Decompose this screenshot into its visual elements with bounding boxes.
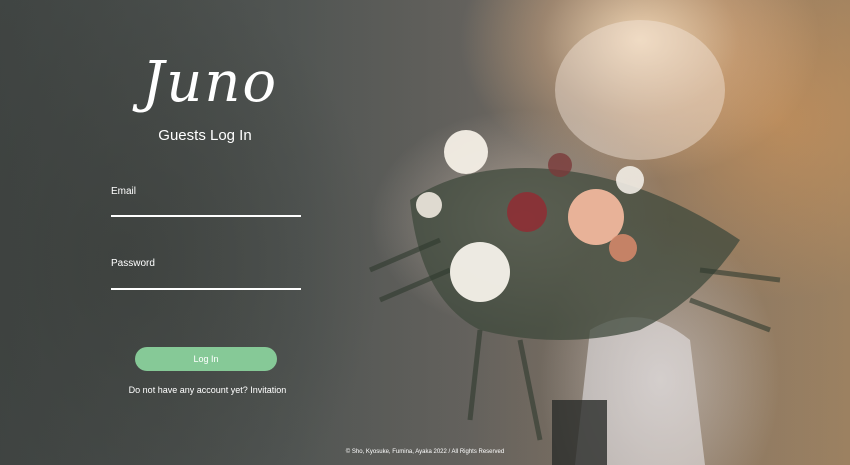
signup-prompt-line: Do not have any account yet? Invitation (100, 384, 315, 396)
login-button[interactable]: Log In (135, 347, 277, 371)
invitation-link[interactable]: Invitation (250, 385, 286, 395)
page-subtitle: Guests Log In (158, 127, 252, 144)
password-label: Password (111, 258, 155, 269)
password-field[interactable] (111, 270, 301, 290)
email-field[interactable] (111, 197, 301, 217)
signup-prompt-text: Do not have any account yet? (128, 385, 248, 395)
juno-logo: Juno (141, 50, 279, 115)
footer-copyright: © Sho, Kyosuke, Fumina, Ayaka 2022 / All… (345, 449, 505, 455)
